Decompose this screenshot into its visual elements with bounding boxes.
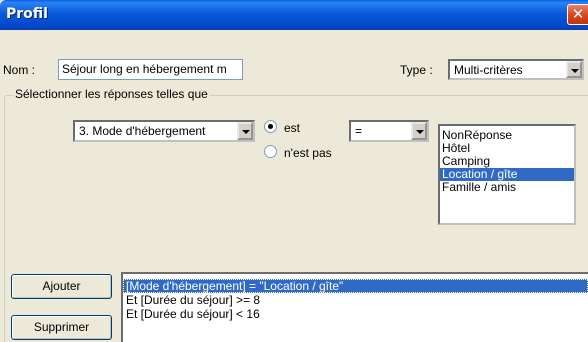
chevron-down-icon[interactable]: [237, 122, 253, 140]
table-row[interactable]: Et [Durée du séjour] < 16: [123, 307, 588, 321]
question-select[interactable]: 3. Mode d'hébergement: [73, 120, 255, 142]
title-bar[interactable]: Profil ✕: [0, 0, 588, 30]
radio-est[interactable]: [264, 120, 277, 133]
nom-label: Nom :: [3, 63, 36, 77]
conditions-listbox[interactable]: [Mode d'hébergement] = "Location / gîte"…: [121, 272, 588, 342]
chevron-down-icon[interactable]: [411, 122, 427, 140]
table-row[interactable]: [Mode d'hébergement] = "Location / gîte": [123, 279, 588, 293]
radio-est-label: est: [284, 121, 301, 135]
nom-input[interactable]: Séjour long en hébergement m: [58, 59, 243, 80]
radio-nest-pas[interactable]: [264, 145, 277, 158]
chevron-down-icon[interactable]: [566, 61, 582, 78]
operator-select-value: =: [355, 124, 363, 138]
answers-listbox[interactable]: NonRéponse Hôtel Camping Location / gîte…: [438, 124, 576, 225]
ajouter-button[interactable]: Ajouter: [11, 274, 112, 299]
close-icon: ✕: [571, 5, 585, 23]
type-label: Type :: [400, 63, 433, 77]
operator-select[interactable]: =: [349, 120, 429, 142]
type-select[interactable]: Multi-critères: [448, 59, 584, 80]
type-select-value: Multi-critères: [454, 63, 523, 77]
selection-group-label: Sélectionner les réponses telles que: [13, 87, 210, 101]
close-button[interactable]: ✕: [567, 4, 588, 25]
window-title: Profil: [6, 6, 48, 22]
supprimer-button[interactable]: Supprimer: [11, 315, 112, 340]
table-row[interactable]: Et [Durée du séjour] >= 8: [123, 293, 588, 307]
list-item[interactable]: Famille / amis: [440, 181, 574, 194]
question-select-value: 3. Mode d'hébergement: [79, 124, 206, 138]
radio-nest-pas-label: n'est pas: [284, 146, 332, 160]
